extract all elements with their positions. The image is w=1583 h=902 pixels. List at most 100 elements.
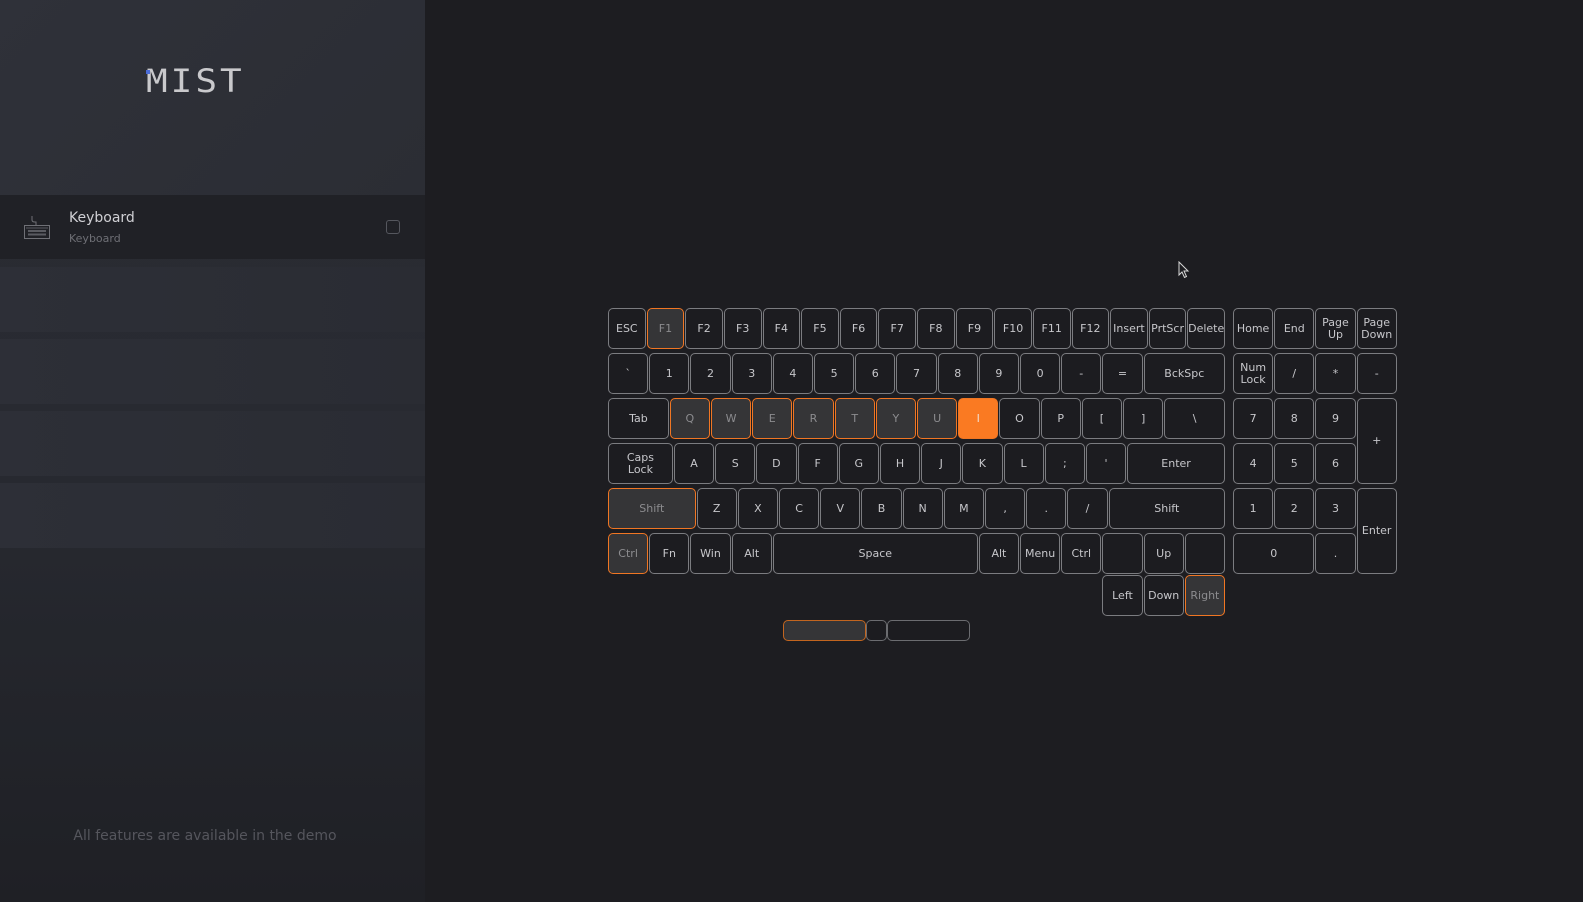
key-r[interactable]: R [793, 398, 834, 439]
key-shift[interactable]: Shift [608, 488, 696, 529]
key-win[interactable]: Win [690, 533, 731, 574]
key-fn[interactable]: Fn [649, 533, 690, 574]
key-f[interactable]: F [797, 443, 838, 484]
key-p[interactable]: P [1040, 398, 1081, 439]
key-space[interactable]: Space [772, 533, 978, 574]
key-home[interactable]: Home [1233, 308, 1274, 349]
key-a[interactable]: A [673, 443, 715, 484]
key-f7[interactable]: F7 [878, 308, 916, 349]
key-tab[interactable]: Tab [608, 398, 669, 439]
key-w[interactable]: W [711, 398, 752, 439]
key-z[interactable]: Z [696, 488, 737, 529]
key-right[interactable]: Right [1184, 575, 1225, 616]
key-ctrl[interactable]: Ctrl [1061, 533, 1102, 574]
key-symbol[interactable]: - [1356, 353, 1397, 394]
key-shift[interactable]: Shift [1108, 488, 1225, 529]
key-symbol[interactable]: ` [608, 353, 649, 394]
key-symbol[interactable]: [ [1081, 398, 1122, 439]
key-alt[interactable]: Alt [731, 533, 772, 574]
key-symbol[interactable]: - [1061, 353, 1102, 394]
key-symbol[interactable]: ] [1123, 398, 1164, 439]
key-prtscr[interactable]: PrtScr [1148, 308, 1187, 349]
key-t[interactable]: T [834, 398, 875, 439]
key-esc[interactable]: ESC [608, 308, 646, 349]
key-2[interactable]: 2 [690, 353, 731, 394]
key-k[interactable]: K [962, 443, 1003, 484]
key-f9[interactable]: F9 [955, 308, 994, 349]
key-symbol[interactable]: + [1356, 398, 1397, 484]
key-d[interactable]: D [756, 443, 797, 484]
key-num-lock[interactable]: Num Lock [1233, 353, 1274, 394]
key-c[interactable]: C [778, 488, 820, 529]
key-bckspc[interactable]: BckSpc [1143, 353, 1225, 394]
key-s[interactable]: S [715, 443, 756, 484]
layer-segment[interactable] [783, 620, 866, 641]
key-4[interactable]: 4 [1233, 443, 1274, 484]
key-delete[interactable]: Delete [1187, 308, 1225, 349]
key-symbol[interactable]: , [984, 488, 1026, 529]
key-up[interactable]: Up [1143, 533, 1184, 574]
key-f4[interactable]: F4 [762, 308, 801, 349]
key-9[interactable]: 9 [978, 353, 1019, 394]
key-4[interactable]: 4 [772, 353, 813, 394]
key-g[interactable]: G [838, 443, 879, 484]
key-o[interactable]: O [999, 398, 1040, 439]
key-8[interactable]: 8 [937, 353, 978, 394]
key-l[interactable]: L [1003, 443, 1044, 484]
key-q[interactable]: Q [669, 398, 710, 439]
key-x[interactable]: X [737, 488, 778, 529]
key-alt[interactable]: Alt [978, 533, 1019, 574]
key-symbol[interactable]: / [1067, 488, 1108, 529]
key-menu[interactable]: Menu [1020, 533, 1061, 574]
key-symbol[interactable]: ; [1044, 443, 1085, 484]
key-3[interactable]: 3 [731, 353, 772, 394]
key-7[interactable]: 7 [1233, 398, 1274, 439]
key-f10[interactable]: F10 [994, 308, 1032, 349]
layer-segment[interactable] [887, 620, 970, 641]
key-enter[interactable]: Enter [1127, 443, 1225, 484]
key-enter[interactable]: Enter [1356, 488, 1397, 574]
key-blank[interactable] [1102, 533, 1143, 574]
key-symbol[interactable]: = [1102, 353, 1143, 394]
key-f11[interactable]: F11 [1032, 308, 1071, 349]
key-f6[interactable]: F6 [839, 308, 878, 349]
key-f8[interactable]: F8 [917, 308, 955, 349]
key-j[interactable]: J [921, 443, 962, 484]
key-8[interactable]: 8 [1274, 398, 1315, 439]
key-ctrl[interactable]: Ctrl [608, 533, 649, 574]
key-f12[interactable]: F12 [1071, 308, 1110, 349]
key-0[interactable]: 0 [1020, 353, 1061, 394]
key-1[interactable]: 1 [649, 353, 690, 394]
key-9[interactable]: 9 [1315, 398, 1356, 439]
key-3[interactable]: 3 [1315, 488, 1356, 529]
key-symbol[interactable]: . [1315, 533, 1356, 574]
key-u[interactable]: U [917, 398, 958, 439]
key-symbol[interactable]: / [1274, 353, 1315, 394]
key-v[interactable]: V [820, 488, 861, 529]
key-7[interactable]: 7 [896, 353, 937, 394]
key-f3[interactable]: F3 [723, 308, 762, 349]
key-2[interactable]: 2 [1274, 488, 1315, 529]
key-m[interactable]: M [943, 488, 984, 529]
key-down[interactable]: Down [1143, 575, 1184, 616]
key-blank[interactable] [1184, 533, 1225, 574]
key-page-up[interactable]: Page Up [1315, 308, 1356, 349]
sidebar-item-keyboard[interactable]: Keyboard Keyboard [0, 195, 425, 259]
key-insert[interactable]: Insert [1110, 308, 1148, 349]
key-caps-lock[interactable]: Caps Lock [608, 443, 673, 484]
key-y[interactable]: Y [875, 398, 916, 439]
key-n[interactable]: N [902, 488, 943, 529]
key-1[interactable]: 1 [1233, 488, 1274, 529]
key-left[interactable]: Left [1102, 575, 1143, 616]
key-5[interactable]: 5 [1274, 443, 1315, 484]
key-f1[interactable]: F1 [646, 308, 685, 349]
key-end[interactable]: End [1274, 308, 1315, 349]
key-6[interactable]: 6 [1315, 443, 1356, 484]
key-page-down[interactable]: Page Down [1356, 308, 1397, 349]
key-f2[interactable]: F2 [685, 308, 723, 349]
key-f5[interactable]: F5 [801, 308, 839, 349]
key-symbol[interactable]: \ [1164, 398, 1225, 439]
key-b[interactable]: B [861, 488, 902, 529]
key-6[interactable]: 6 [855, 353, 896, 394]
key-symbol[interactable]: * [1315, 353, 1356, 394]
